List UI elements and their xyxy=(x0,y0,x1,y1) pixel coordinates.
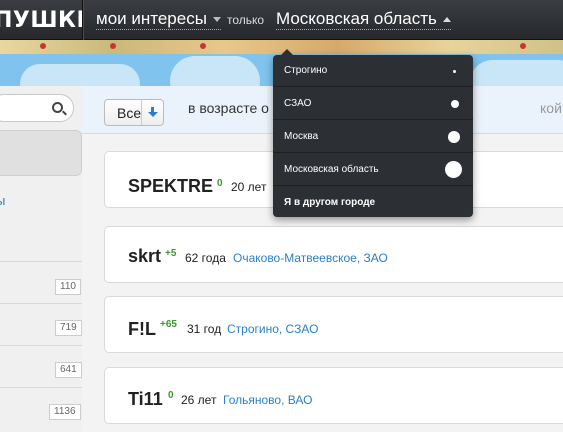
cloud-shape xyxy=(20,64,140,86)
user-age: 26 лет xyxy=(181,393,217,407)
count-badge: 110 xyxy=(55,279,81,295)
user-name[interactable]: skrt xyxy=(128,246,161,267)
user-karma: +5 xyxy=(165,248,177,259)
radius-dot-icon xyxy=(448,131,460,143)
menu-item-other-city[interactable]: Я в другом городе xyxy=(273,187,473,219)
search-input[interactable] xyxy=(0,94,74,122)
menu-item-label: Строгино xyxy=(284,65,328,76)
region-dropdown[interactable]: Московская область xyxy=(276,9,451,30)
menu-item-moscow-region[interactable]: Московская область xyxy=(273,154,473,186)
interests-label: мои интересы xyxy=(96,9,207,28)
menu-item-moscow[interactable]: Москва xyxy=(273,121,473,153)
user-location-link[interactable]: Очаково-Матвеевское, ЗАО xyxy=(233,251,388,265)
menu-item-szao[interactable]: СЗАО xyxy=(273,88,473,120)
map-marker-icon xyxy=(520,43,526,49)
radius-dot-icon xyxy=(453,70,456,73)
arrow-down-icon[interactable] xyxy=(141,100,163,125)
user-card[interactable]: Ti11 0 26 лет Гольяново, ВАО xyxy=(104,367,563,424)
age-filter-text-tail: кой xyxy=(540,100,562,116)
cloud-shape xyxy=(170,56,260,86)
top-navigation-bar: ПУШКИН мои интересы только Московская об… xyxy=(0,0,563,40)
sidebar: ы 110 719 641 1136 xyxy=(0,86,82,432)
user-location-link[interactable]: Строгино, СЗАО xyxy=(227,322,318,336)
user-name[interactable]: Ti11 xyxy=(128,389,163,410)
chevron-up-icon xyxy=(442,17,451,23)
region-dropdown-menu: Строгино СЗАО Москва Московская область … xyxy=(273,49,473,219)
region-label: Московская область xyxy=(276,9,437,28)
age-filter-text: в возрасте о xyxy=(188,100,269,116)
sidebar-divider xyxy=(0,345,82,346)
menu-item-strogino[interactable]: Строгино xyxy=(273,55,473,87)
only-label: только xyxy=(227,13,265,27)
cloud-shape xyxy=(470,60,563,86)
count-badge: 719 xyxy=(55,320,82,336)
sidebar-divider xyxy=(0,261,82,262)
sidebar-button[interactable] xyxy=(0,130,82,176)
radius-dot-icon xyxy=(445,161,462,178)
logo-text: ПУШКИН xyxy=(0,8,82,33)
sidebar-divider xyxy=(0,387,82,388)
map-marker-icon xyxy=(40,43,46,49)
site-logo[interactable]: ПУШКИН xyxy=(0,0,82,40)
chevron-down-icon xyxy=(212,17,221,23)
radius-dot-icon xyxy=(451,100,459,108)
select-value: Все xyxy=(117,105,142,121)
count-badge: 641 xyxy=(55,362,82,378)
user-age: 62 года xyxy=(185,251,226,265)
user-card[interactable]: F!L +65 31 год Строгино, СЗАО xyxy=(104,296,563,353)
map-marker-icon xyxy=(110,43,116,49)
menu-item-label: Я в другом городе xyxy=(284,197,376,208)
sidebar-divider xyxy=(0,303,82,304)
map-marker-icon xyxy=(200,43,206,49)
user-location-link[interactable]: Гольяново, ВАО xyxy=(223,393,312,407)
gender-select[interactable]: Все xyxy=(104,99,164,126)
user-karma: 0 xyxy=(168,390,174,401)
menu-item-label: Москва xyxy=(284,131,319,142)
user-karma: +65 xyxy=(160,319,177,330)
user-age: 20 лет xyxy=(231,180,267,194)
user-age: 31 год xyxy=(187,322,222,336)
divider xyxy=(82,0,83,40)
sidebar-link[interactable]: ы xyxy=(0,193,5,208)
user-karma: 0 xyxy=(217,178,223,189)
count-badge: 1136 xyxy=(49,404,81,420)
user-name[interactable]: SPEKTRE xyxy=(128,176,213,197)
menu-item-label: Московская область xyxy=(284,164,379,175)
menu-item-label: СЗАО xyxy=(284,98,312,109)
interests-dropdown[interactable]: мои интересы xyxy=(96,9,221,30)
user-card[interactable]: skrt +5 62 года Очаково-Матвеевское, ЗАО xyxy=(104,226,563,283)
user-name[interactable]: F!L xyxy=(128,319,156,340)
search-icon[interactable] xyxy=(52,102,63,113)
